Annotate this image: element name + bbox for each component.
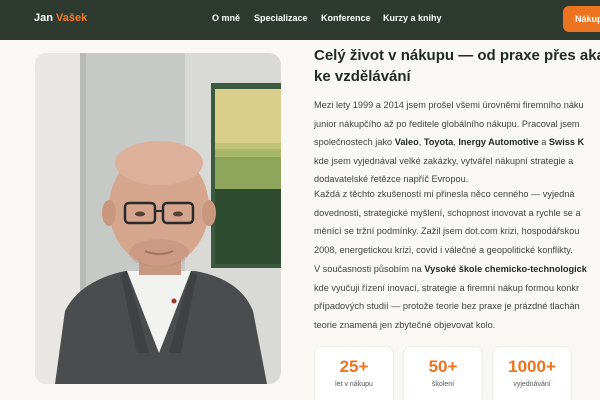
nav-link-specializace[interactable]: Specializace	[254, 13, 308, 23]
stat-label: vyjednávání	[513, 381, 551, 388]
stat-label: let v nákupu	[335, 381, 373, 388]
stat-value: 25+	[339, 357, 369, 376]
nav-link-about[interactable]: O mně	[212, 13, 240, 23]
brand-inergy: Inergy Automotive	[458, 137, 539, 147]
paragraph-current: V současnosti působím na Vysoké škole ch…	[314, 264, 587, 330]
site-logo[interactable]: Jan Vašek	[34, 12, 87, 24]
stat-card-trainings: 50+ školení	[403, 346, 483, 400]
portrait-photo	[35, 53, 281, 384]
brand-valeo: Valeo	[394, 137, 419, 147]
school-name: Vysoké škole chemicko-technologick	[424, 264, 587, 274]
nav-link-konference[interactable]: Konference	[321, 13, 371, 23]
brand-swiss: Swiss K	[548, 137, 585, 147]
paragraph-experience: Každá z těchto zkušeností mi přinesla ně…	[314, 189, 581, 255]
main-headline: Celý život v nákupu — od praxe přes akad…	[314, 47, 600, 85]
brand-toyota: Toyota	[423, 137, 454, 147]
cta-button[interactable]: Nákupn	[563, 6, 600, 32]
logo-first-name: Jan	[34, 12, 53, 24]
stat-value: 50+	[428, 357, 458, 376]
top-navbar: Jan Vašek O mně Specializace Konference …	[0, 0, 600, 40]
stat-value: 1000+	[508, 357, 556, 376]
stat-card-years: 25+ let v nákupu	[314, 346, 394, 400]
stat-card-negotiations: 1000+ vyjednávání	[492, 346, 572, 400]
nav-link-kurzy[interactable]: Kurzy a knihy	[383, 13, 442, 23]
logo-last-name: Vašek	[56, 12, 88, 24]
stat-label: školení	[431, 381, 455, 388]
paragraph-career: Mezi lety 1999 a 2014 jsem prošel všemi …	[314, 100, 585, 184]
